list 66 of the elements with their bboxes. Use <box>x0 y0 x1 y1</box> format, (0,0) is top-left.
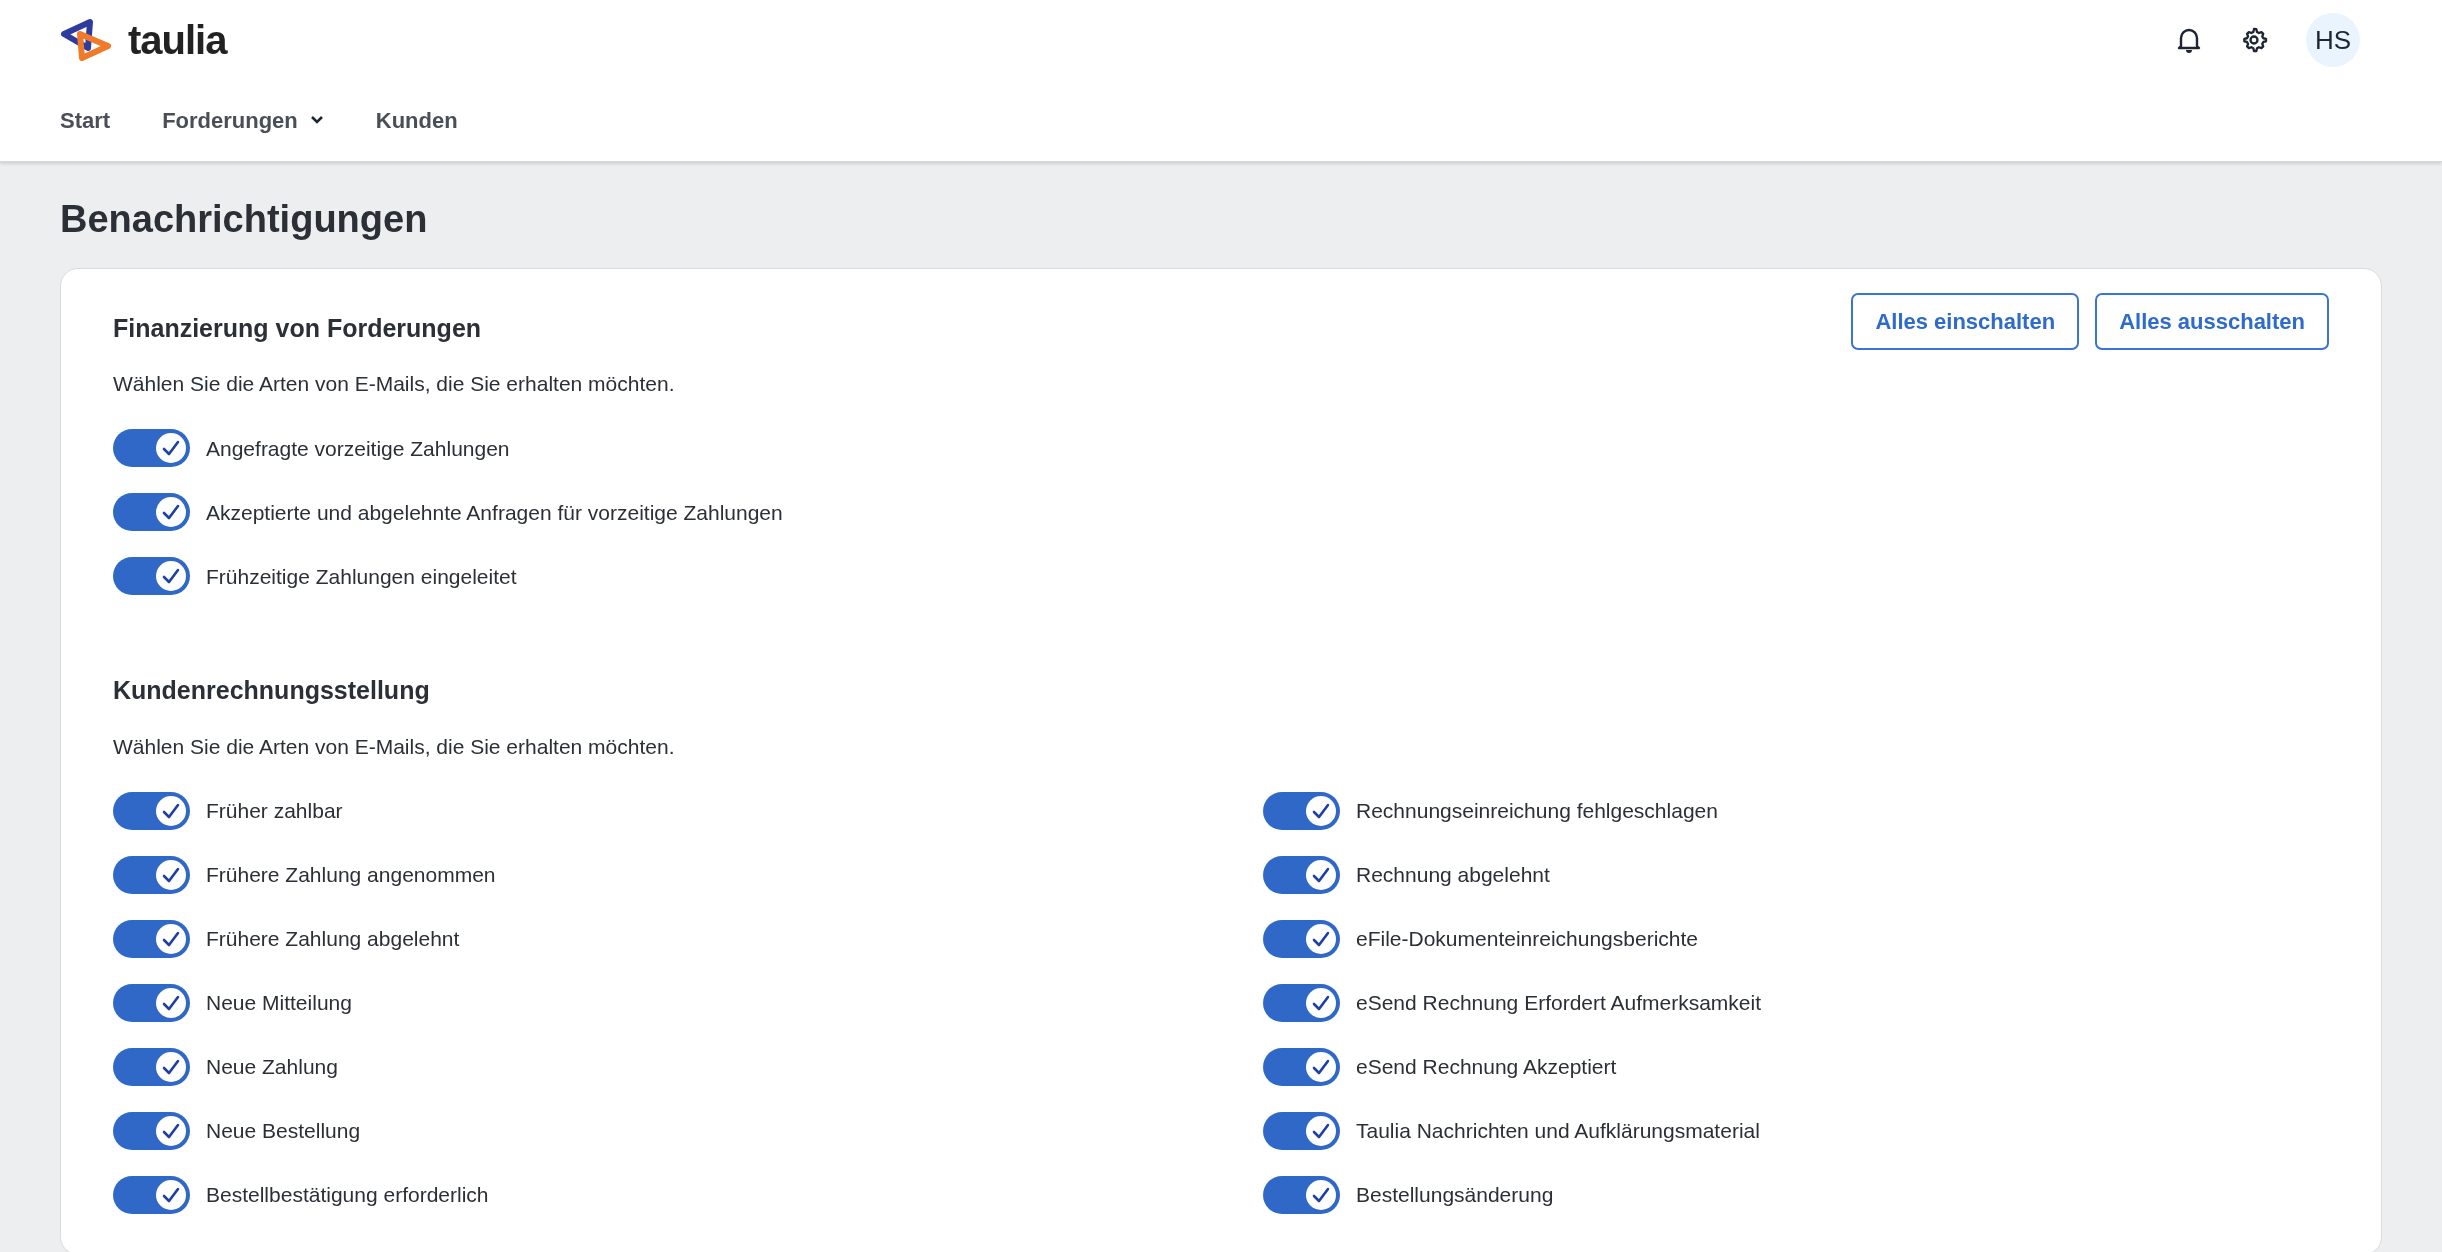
toggle-switch[interactable] <box>113 557 190 596</box>
section-title: Kundenrechnungsstellung <box>113 675 430 707</box>
toggle-switch[interactable] <box>113 1176 190 1214</box>
checkmark-icon <box>161 567 181 586</box>
toggle-switch[interactable] <box>113 856 190 894</box>
toggle-switch[interactable] <box>113 429 190 468</box>
toggle-label: Angefragte vorzeitige Zahlungen <box>206 435 510 462</box>
checkmark-icon <box>1311 802 1331 820</box>
checkmark-icon <box>161 802 181 820</box>
logo-icon <box>60 18 112 62</box>
toggle-label: Neue Mitteilung <box>206 990 352 1017</box>
toggle-label: Früher zahlbar <box>206 798 343 825</box>
nav-link[interactable]: Forderungen <box>162 103 324 137</box>
toggle-switch[interactable] <box>1263 920 1340 958</box>
toggle-switch[interactable] <box>113 1112 190 1150</box>
checkmark-icon <box>1311 994 1331 1012</box>
checkmark-icon <box>1311 866 1331 884</box>
checkmark-icon <box>161 1058 181 1076</box>
checkmark-icon <box>161 1122 181 1140</box>
toggle-switch[interactable] <box>1263 1048 1340 1086</box>
nav-link[interactable]: Kunden <box>375 103 458 137</box>
checkmark-icon <box>161 1186 181 1204</box>
toggle-switch[interactable] <box>1263 792 1340 830</box>
toggle-switch[interactable] <box>1263 1176 1340 1214</box>
toggle-switch[interactable] <box>113 984 190 1022</box>
toggle-label: Taulia Nachrichten und Aufklärungsmaterial <box>1356 1118 1760 1145</box>
toggle-label: Frühere Zahlung angenommen <box>206 862 496 889</box>
section-title: Finanzierung von Forderungen <box>113 312 482 344</box>
toggle-label: Frühere Zahlung abgelehnt <box>206 926 460 953</box>
toggle-switch[interactable] <box>113 920 190 958</box>
toggle-all-button[interactable]: Alles einschalten <box>1851 292 2080 350</box>
toggle-switch[interactable] <box>113 792 190 830</box>
checkmark-icon <box>161 930 181 948</box>
checkmark-icon <box>1311 1058 1331 1076</box>
checkmark-icon <box>1311 1122 1331 1140</box>
toggle-label: eFile-Dokumenteinreichungsberichte <box>1356 926 1698 953</box>
toggle-label: Frühzeitige Zahlungen eingeleitet <box>206 563 517 590</box>
toggle-label: eSend Rechnung Akzeptiert <box>1356 1054 1617 1081</box>
page-title: Benachrichtigungen <box>60 197 429 242</box>
logo-text: taulia <box>128 20 227 60</box>
toggle-label: Rechnungseinreichung fehlgeschlagen <box>1356 798 1718 825</box>
notification-bell-icon[interactable] <box>2176 26 2202 54</box>
toggle-label: Bestellungsänderung <box>1356 1182 1554 1209</box>
checkmark-icon <box>1311 930 1331 948</box>
toggle-switch[interactable] <box>113 1048 190 1086</box>
nav-link[interactable]: Start <box>60 103 111 137</box>
user-avatar[interactable]: HS <box>2306 13 2360 67</box>
checkmark-icon <box>161 866 181 884</box>
checkmark-icon <box>161 503 181 522</box>
toggle-switch[interactable] <box>113 493 190 532</box>
toggle-switch[interactable] <box>1263 856 1340 894</box>
checkmark-icon <box>1311 1186 1331 1204</box>
toggle-all-button[interactable]: Alles ausschalten <box>2095 292 2329 350</box>
settings-icon[interactable] <box>2240 26 2268 54</box>
toggle-switch[interactable] <box>1263 984 1340 1022</box>
toggle-label: Neue Zahlung <box>206 1054 338 1081</box>
checkmark-icon <box>161 439 181 458</box>
checkmark-icon <box>161 994 181 1012</box>
section-description: Wählen Sie die Arten von E-Mails, die Sie erhalten möchten. <box>113 370 676 397</box>
section-description: Wählen Sie die Arten von E-Mails, die Sie erhalten möchten. <box>113 733 676 760</box>
toggle-label: eSend Rechnung Erfordert Aufmerksamkeit <box>1356 990 1762 1017</box>
toggle-label: Neue Bestellung <box>206 1118 361 1145</box>
toggle-label: Rechnung abgelehnt <box>1356 862 1550 889</box>
toggle-label: Akzeptierte und abgelehnte Anfragen für vorzeitige Zahlungen <box>206 499 783 526</box>
toggle-label: Bestellbestätigung erforderlich <box>206 1182 489 1209</box>
toggle-switch[interactable] <box>1263 1112 1340 1150</box>
